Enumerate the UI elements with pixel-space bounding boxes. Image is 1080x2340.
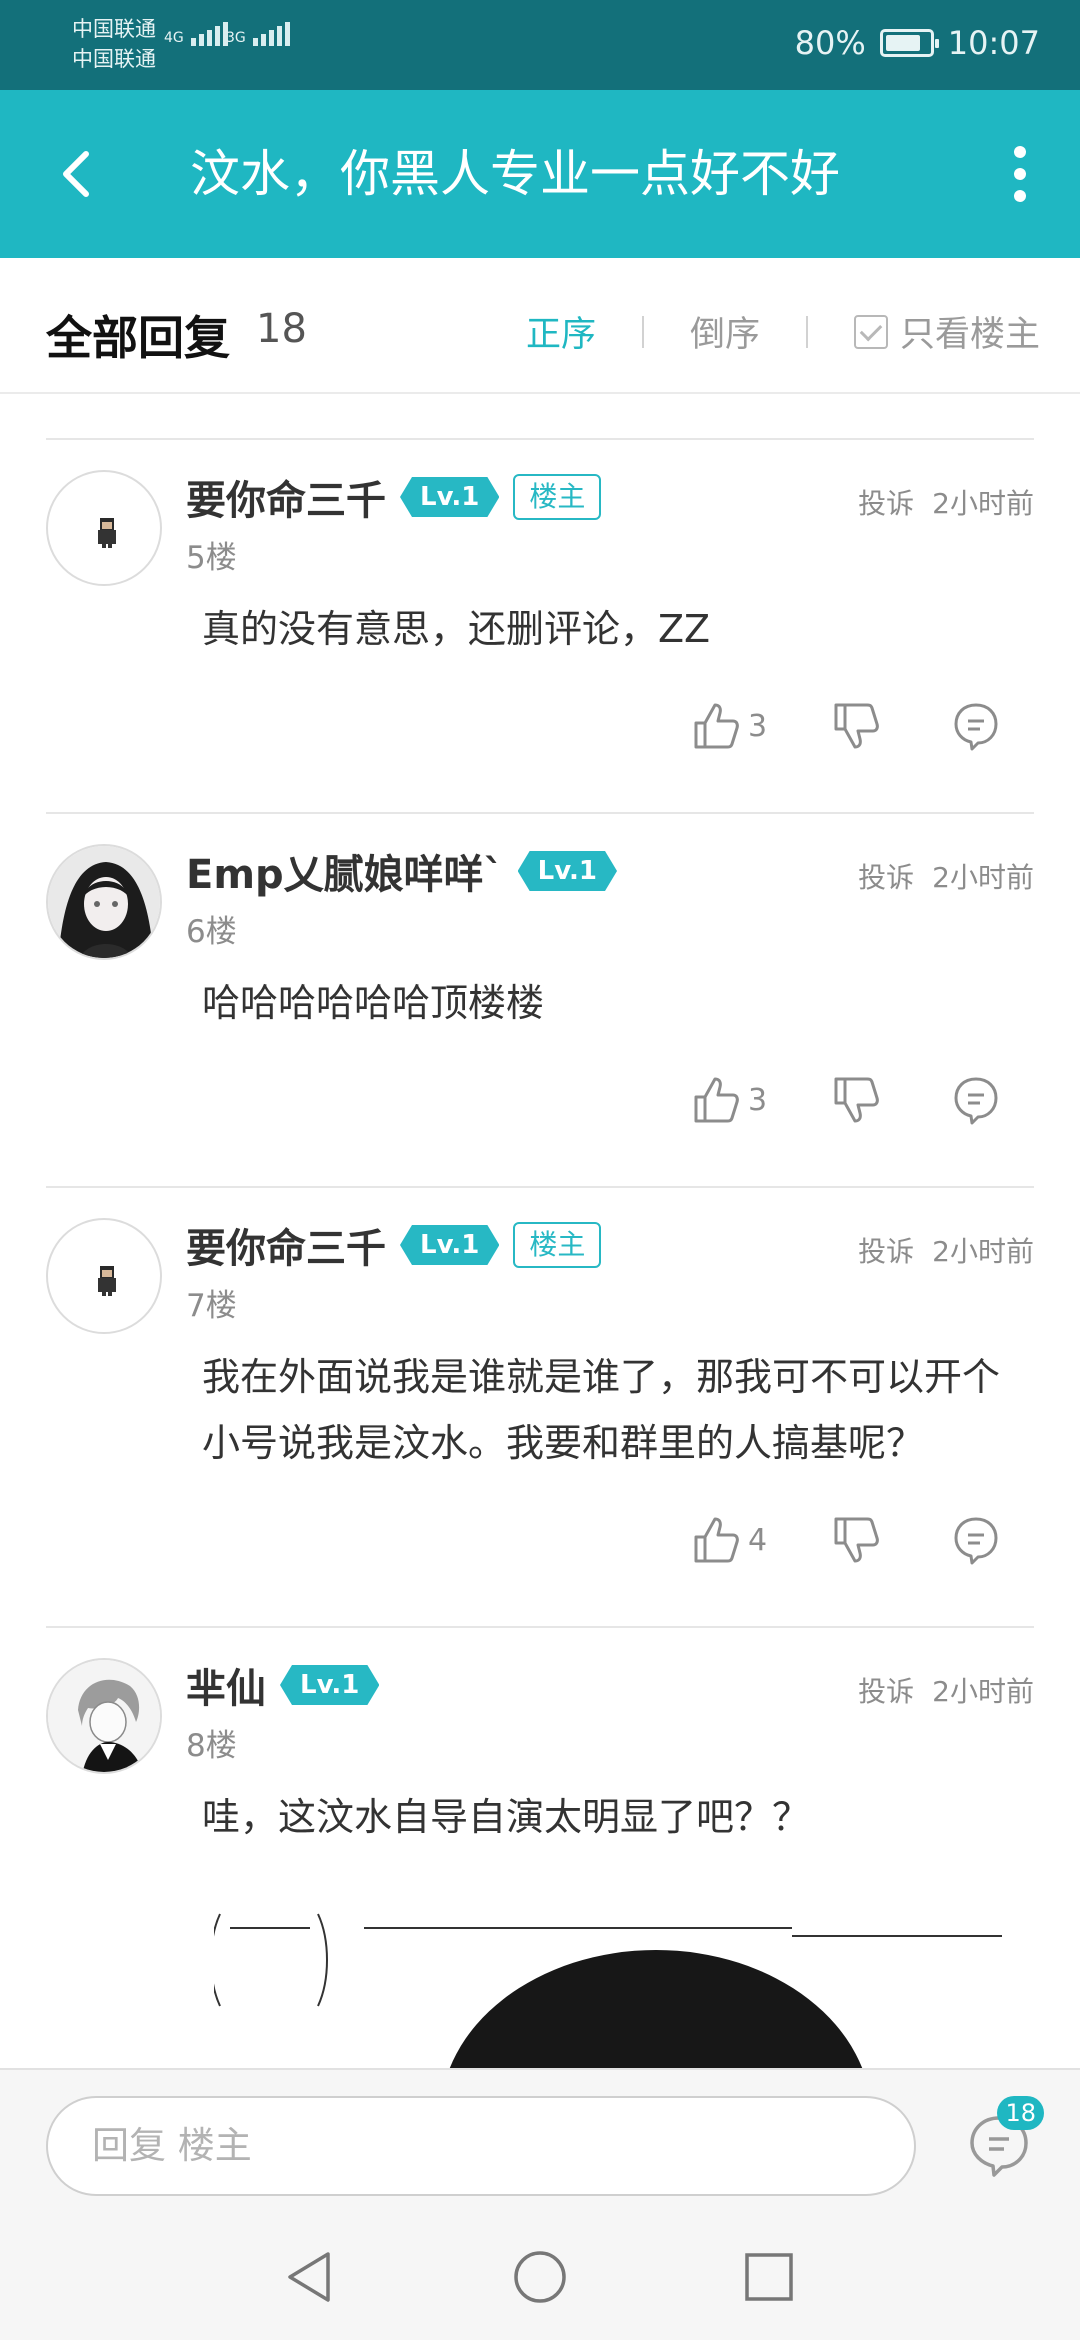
chevron-left-icon[interactable] xyxy=(46,142,110,206)
battery-icon xyxy=(879,29,939,57)
all-replies-title: 全部回复 xyxy=(46,311,230,365)
carrier-2: 中国联通 xyxy=(72,47,156,71)
thumbs-down-icon xyxy=(834,1517,879,1563)
avatar[interactable] xyxy=(46,470,162,586)
page-title: 汶水，你黑人专业一点好不好 xyxy=(190,145,840,203)
comment-icon xyxy=(954,1517,998,1565)
post-content: 哇，这汶水自导自演太明显了吧？？ xyxy=(202,1795,811,1839)
divider xyxy=(641,315,644,348)
reply-button[interactable] xyxy=(952,696,1000,756)
post-item: 要你命三千 Lv.1 楼主 投诉 2小时前 5楼 真的没有意思，还删评论，ZZ 3 xyxy=(46,440,1034,814)
square-recents-icon[interactable] xyxy=(738,2246,800,2308)
battery-percent: 80% xyxy=(794,24,866,62)
sort-asc-button[interactable]: 正序 xyxy=(526,306,596,357)
post-content: 我在外面说我是谁就是谁了，那我可不可以开个小号说我是汶水。我要和群里的人搞基呢？ xyxy=(202,1355,1001,1465)
more-vertical-icon[interactable] xyxy=(1000,142,1040,206)
only-owner-checkbox[interactable] xyxy=(853,314,888,349)
thumbs-down-icon xyxy=(834,703,879,749)
post-item: 要你命三千 Lv.1 楼主 投诉 2小时前 7楼 我在外面说我是谁就是谁了，那我可… xyxy=(46,1188,1034,1628)
post-item: 芈仙 Lv.1 投诉 2小时前 8楼 哇，这汶水自导自演太明显了吧？？ xyxy=(46,1628,1054,2068)
replies-header: 全部回复 18 正序 倒序 只看楼主 xyxy=(0,258,1080,394)
avatar[interactable] xyxy=(46,844,162,960)
title-bar: 汶水，你黑人专业一点好不好 xyxy=(0,90,1080,258)
status-right: 80% 10:07 xyxy=(795,24,1040,62)
network-type-2: 3G xyxy=(226,30,246,46)
reply-input[interactable]: 回复 楼主 xyxy=(46,2096,916,2196)
sort-options: 正序 倒序 只看楼主 xyxy=(526,306,1040,357)
status-bar: 中国联通 中国联通 4G 3G 80% 10:07 xyxy=(0,0,1080,90)
posts-list: 要你命三千 Lv.1 楼主 投诉 2小时前 5楼 真的没有意思，还删评论，ZZ 3 xyxy=(0,394,1080,2068)
like-button[interactable]: 3 xyxy=(692,1070,767,1130)
only-owner-label[interactable]: 只看楼主 xyxy=(900,306,1040,357)
math-formula-image xyxy=(214,1870,1054,2068)
post-content: 哈哈哈哈哈哈顶楼楼 xyxy=(202,981,545,1025)
reply-bar: 回复 楼主 18 xyxy=(0,2068,1080,2214)
like-count: 3 xyxy=(748,1082,768,1118)
divider xyxy=(46,394,1034,440)
thumbs-down-icon xyxy=(834,1077,879,1123)
sort-desc-button[interactable]: 倒序 xyxy=(690,306,760,357)
signal-icon-1: 4G xyxy=(164,22,229,46)
like-button[interactable]: 3 xyxy=(692,696,767,756)
like-button[interactable]: 4 xyxy=(692,1510,767,1570)
triangle-back-icon[interactable] xyxy=(280,2246,342,2308)
thumbs-up-icon xyxy=(694,1077,739,1123)
like-count: 4 xyxy=(748,1522,768,1558)
carrier-1: 中国联通 xyxy=(72,17,156,41)
thumbs-up-icon xyxy=(694,703,739,749)
dislike-button[interactable] xyxy=(832,1510,880,1570)
dislike-button[interactable] xyxy=(832,696,880,756)
post-content: 真的没有意思，还删评论，ZZ xyxy=(202,607,711,651)
comment-count-badge: 18 xyxy=(997,2096,1044,2130)
reply-button[interactable] xyxy=(952,1510,1000,1570)
comment-icon xyxy=(954,1077,998,1125)
clock: 10:07 xyxy=(947,24,1040,62)
post-item: Emp乂腻娘咩咩` Lv.1 投诉 2小时前 6楼 哈哈哈哈哈哈顶楼楼 3 xyxy=(46,814,1034,1188)
avatar[interactable] xyxy=(46,1658,162,1774)
avatar[interactable] xyxy=(46,1218,162,1334)
reply-count: 18 xyxy=(256,306,307,352)
dislike-button[interactable] xyxy=(832,1070,880,1130)
signal-icon-2: 3G xyxy=(226,22,291,46)
reply-button[interactable] xyxy=(952,1070,1000,1130)
carrier-labels: 中国联通 中国联通 xyxy=(72,14,156,74)
circle-home-icon[interactable] xyxy=(509,2246,571,2308)
thumbs-up-icon xyxy=(694,1517,739,1563)
navigation-bar xyxy=(0,2214,1080,2340)
divider xyxy=(805,315,808,348)
network-type-1: 4G xyxy=(164,30,184,46)
comment-icon xyxy=(954,703,998,751)
post-image[interactable] xyxy=(214,1870,1054,2068)
like-count: 3 xyxy=(748,708,768,744)
